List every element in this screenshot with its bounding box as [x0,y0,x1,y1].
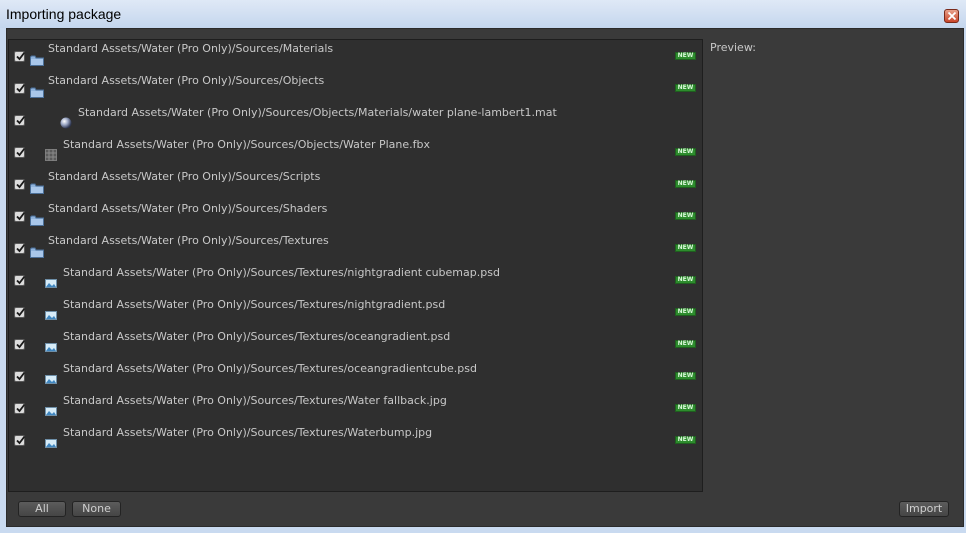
new-badge: NEW [675,180,696,188]
asset-checkbox[interactable] [14,179,26,190]
new-badge: NEW [675,52,696,60]
asset-path-label: Standard Assets/Water (Pro Only)/Sources… [63,330,451,343]
texture-icon [45,402,59,416]
asset-path-label: Standard Assets/Water (Pro Only)/Sources… [63,298,446,311]
checkmark-icon [16,435,26,445]
new-badge: NEW [675,148,696,156]
asset-row[interactable]: Standard Assets/Water (Pro Only)/Sources… [9,136,702,168]
texture-icon [45,274,59,288]
asset-checkbox[interactable] [14,211,26,222]
checkmark-icon [16,83,26,93]
import-button[interactable]: Import [899,501,949,517]
new-badge: NEW [675,212,696,220]
asset-checkbox[interactable] [14,83,26,94]
texture-icon [45,306,59,320]
texture-icon [45,338,59,352]
close-button[interactable] [944,9,959,23]
asset-checkbox[interactable] [14,147,26,158]
asset-row[interactable]: Standard Assets/Water (Pro Only)/Sources… [9,72,702,104]
new-badge: NEW [675,276,696,284]
new-badge: NEW [675,308,696,316]
asset-row[interactable]: Standard Assets/Water (Pro Only)/Sources… [9,168,702,200]
asset-path-label: Standard Assets/Water (Pro Only)/Sources… [63,394,447,407]
checkmark-icon [16,179,26,189]
asset-checkbox[interactable] [14,307,26,318]
checkmark-icon [16,403,26,413]
checkmark-icon [16,211,26,221]
checkmark-icon [16,339,26,349]
asset-checkbox[interactable] [14,243,26,254]
asset-path-label: Standard Assets/Water (Pro Only)/Sources… [48,42,334,55]
new-badge: NEW [675,436,696,444]
asset-row[interactable]: Standard Assets/Water (Pro Only)/Sources… [9,232,702,264]
asset-row[interactable]: Standard Assets/Water (Pro Only)/Sources… [9,200,702,232]
new-badge: NEW [675,404,696,412]
asset-path-label: Standard Assets/Water (Pro Only)/Sources… [63,426,433,439]
folder-icon [30,243,44,258]
checkmark-icon [16,371,26,381]
asset-path-label: Standard Assets/Water (Pro Only)/Sources… [48,202,328,215]
asset-checkbox[interactable] [14,403,26,414]
asset-path-label: Standard Assets/Water (Pro Only)/Sources… [48,234,329,247]
asset-checkbox[interactable] [14,51,26,62]
asset-path-label: Standard Assets/Water (Pro Only)/Sources… [63,362,477,375]
texture-icon [45,370,59,384]
folder-icon [30,179,44,194]
asset-row[interactable]: Standard Assets/Water (Pro Only)/Sources… [9,392,702,424]
preview-label: Preview: [710,41,756,54]
close-icon [947,11,957,21]
select-all-button[interactable]: All [18,501,66,517]
asset-row[interactable]: Standard Assets/Water (Pro Only)/Sources… [9,296,702,328]
select-none-button[interactable]: None [72,501,121,517]
new-badge: NEW [675,84,696,92]
window-title: Importing package [6,6,122,22]
checkmark-icon [16,51,26,61]
checkmark-icon [16,147,26,157]
asset-checkbox[interactable] [14,275,26,286]
asset-list[interactable]: Standard Assets/Water (Pro Only)/Sources… [8,39,703,492]
asset-row[interactable]: Standard Assets/Water (Pro Only)/Sources… [9,328,702,360]
checkmark-icon [16,115,26,125]
mesh-icon [45,146,59,161]
asset-path-label: Standard Assets/Water (Pro Only)/Sources… [63,138,431,151]
asset-row[interactable]: Standard Assets/Water (Pro Only)/Sources… [9,360,702,392]
new-badge: NEW [675,244,696,252]
checkmark-icon [16,275,26,285]
asset-checkbox[interactable] [14,339,26,350]
new-badge: NEW [675,372,696,380]
texture-icon [45,434,59,448]
folder-icon [30,83,44,98]
folder-icon [30,211,44,226]
asset-checkbox[interactable] [14,435,26,446]
new-badge: NEW [675,340,696,348]
asset-checkbox[interactable] [14,115,26,126]
title-bar: Importing package [0,0,966,28]
asset-path-label: Standard Assets/Water (Pro Only)/Sources… [48,74,325,87]
asset-row[interactable]: Standard Assets/Water (Pro Only)/Sources… [9,40,702,72]
checkmark-icon [16,243,26,253]
checkmark-icon [16,307,26,317]
import-dialog-body: Standard Assets/Water (Pro Only)/Sources… [6,28,964,527]
folder-icon [30,51,44,66]
asset-path-label: Standard Assets/Water (Pro Only)/Sources… [63,266,500,279]
asset-row[interactable]: Standard Assets/Water (Pro Only)/Sources… [9,104,702,136]
asset-path-label: Standard Assets/Water (Pro Only)/Sources… [78,106,557,119]
asset-row[interactable]: Standard Assets/Water (Pro Only)/Sources… [9,264,702,296]
asset-row[interactable]: Standard Assets/Water (Pro Only)/Sources… [9,424,702,456]
asset-path-label: Standard Assets/Water (Pro Only)/Sources… [48,170,321,183]
asset-checkbox[interactable] [14,371,26,382]
material-sphere-icon [60,114,74,129]
